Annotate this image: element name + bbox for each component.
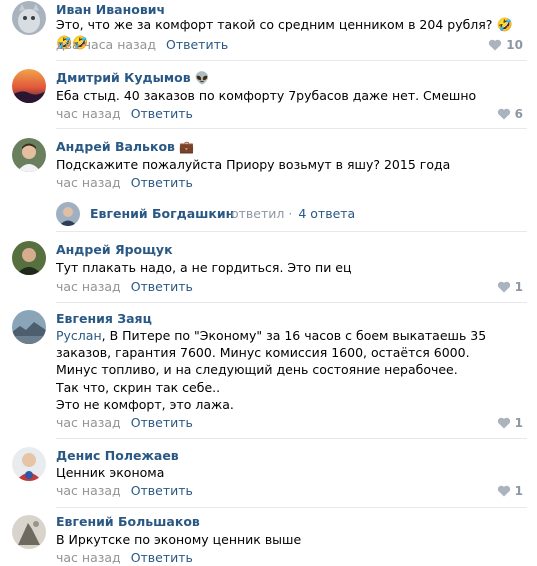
comment-item: Евгения Заяц Руслан, В Питере по "Эконом…: [0, 309, 537, 437]
heart-icon: [497, 281, 510, 293]
mention-link[interactable]: Руслан: [56, 328, 102, 343]
like-button[interactable]: 10: [488, 37, 523, 53]
comment-meta: два часа назад Ответить: [56, 37, 228, 53]
reply-button[interactable]: Ответить: [131, 415, 193, 430]
comment-text: В Иркутске по эконому ценник выше: [56, 532, 302, 547]
reply-button[interactable]: Ответить: [131, 175, 193, 190]
avatar[interactable]: [12, 138, 46, 172]
like-button[interactable]: 1: [497, 415, 523, 431]
divider: [56, 60, 527, 61]
comment-time: час назад: [56, 550, 121, 565]
comment-item: Андрей Ярощук Тут плакать надо, а не гор…: [0, 240, 537, 300]
comment-time: час назад: [56, 483, 121, 498]
like-count: 1: [514, 280, 523, 294]
comment-time: два часа назад: [56, 37, 156, 52]
comment-time: час назад: [56, 415, 121, 430]
comment-meta: час назад Ответить: [56, 550, 193, 566]
replies-count[interactable]: 4 ответа: [298, 206, 355, 221]
alien-icon: 👽: [194, 71, 210, 85]
like-count: 1: [514, 484, 523, 498]
reply-button[interactable]: Ответить: [166, 37, 228, 52]
heart-icon: [489, 39, 502, 51]
avatar[interactable]: [12, 241, 46, 275]
divider: [56, 438, 527, 439]
divider: [56, 302, 527, 303]
like-button[interactable]: 6: [497, 106, 523, 122]
avatar[interactable]: [12, 69, 46, 103]
comment-text: Еба стыд. 40 заказов по комфорту 7рубасо…: [56, 88, 477, 103]
avatar[interactable]: [12, 515, 46, 549]
like-count: 1: [514, 416, 523, 430]
reply-button[interactable]: Ответить: [131, 106, 193, 121]
comment-meta: час назад Ответить: [56, 279, 193, 295]
replies-thread-link[interactable]: Евгений Богдашкин ответил · 4 ответа: [56, 202, 516, 226]
thread-author[interactable]: Евгений Богдашкин: [90, 206, 234, 221]
comment-item: Андрей Вальков 💼 Подскажите пожалуйста Пр…: [0, 137, 537, 197]
heart-icon: [497, 108, 510, 120]
comment-author[interactable]: Андрей Вальков 💼: [56, 139, 194, 155]
comment-item: Иван Иванович Это, что же за комфорт так…: [0, 0, 537, 56]
avatar[interactable]: [12, 1, 46, 35]
comment-author[interactable]: Евгения Заяц: [56, 311, 152, 327]
comment-meta: час назад Ответить: [56, 106, 193, 122]
comment-meta: час назад Ответить: [56, 415, 193, 431]
thread-summary: ответил · 4 ответа: [231, 206, 356, 221]
briefcase-icon: 💼: [178, 140, 194, 154]
comment-text: Ценник эконома: [56, 465, 165, 480]
like-button[interactable]: 1: [497, 279, 523, 295]
divider: [56, 507, 527, 508]
heart-icon: [497, 417, 510, 429]
comment-item: Дмитрий Кудымов 👽 Еба стыд. 40 заказов по…: [0, 68, 537, 128]
reply-button[interactable]: Ответить: [131, 483, 193, 498]
like-button[interactable]: 1: [497, 483, 523, 499]
like-count: 10: [506, 38, 523, 52]
divider: [56, 231, 527, 232]
comment-author[interactable]: Евгений Большаков: [56, 514, 200, 530]
comment-text: Подскажите пожалуйста Приору возьмут в я…: [56, 157, 451, 172]
comment-item: Евгений Большаков В Иркутске по эконому …: [0, 514, 537, 565]
divider: [56, 128, 527, 129]
comment-time: час назад: [56, 106, 121, 121]
comment-time: час назад: [56, 175, 121, 190]
comment-text: Тут плакать надо, а не гордиться. Это пи…: [56, 260, 352, 275]
comment-text: Руслан, В Питере по "Экономy" за 16 часо…: [56, 328, 487, 412]
avatar[interactable]: [12, 447, 46, 481]
comment-item: Денис Полежаев Ценник эконома час назад О…: [0, 446, 537, 506]
comment-time: час назад: [56, 279, 121, 294]
comment-author[interactable]: Дмитрий Кудымов 👽: [56, 70, 210, 86]
like-count: 6: [514, 107, 523, 121]
comment-author[interactable]: Андрей Ярощук: [56, 242, 173, 258]
avatar[interactable]: [12, 310, 46, 344]
comment-author[interactable]: Денис Полежаев: [56, 448, 179, 464]
comment-meta: час назад Ответить: [56, 175, 193, 191]
reply-button[interactable]: Ответить: [131, 550, 193, 565]
comment-meta: час назад Ответить: [56, 483, 193, 499]
avatar: [56, 202, 80, 226]
heart-icon: [497, 485, 510, 497]
reply-button[interactable]: Ответить: [131, 279, 193, 294]
